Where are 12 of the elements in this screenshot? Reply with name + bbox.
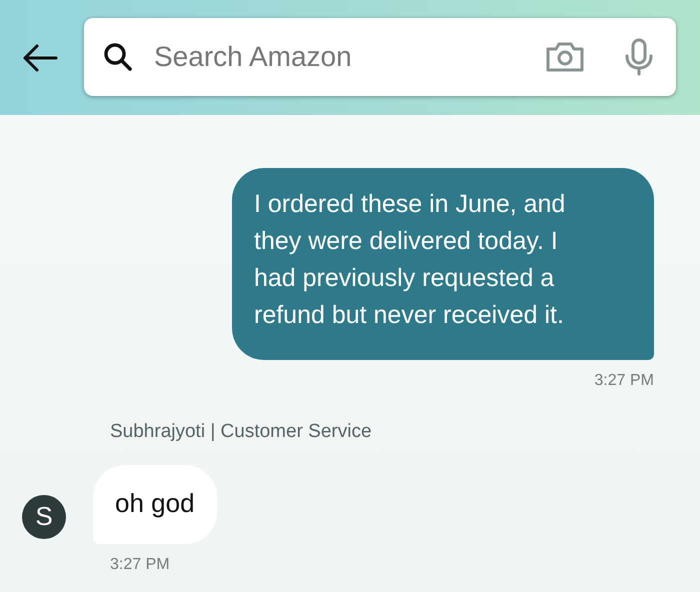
search-icon <box>102 40 134 72</box>
search-bar[interactable]: Search Amazon <box>84 18 676 96</box>
avatar: S <box>22 494 66 538</box>
sender-name: Subhrajyoti | Customer Service <box>110 421 373 443</box>
sent-message: I ordered these in June, and they were delivered today. I had previously requested a refund but never received it. <box>232 168 654 360</box>
search-field[interactable]: Search Amazon <box>152 40 544 74</box>
back-arrow-icon[interactable] <box>22 44 58 72</box>
message-time: 3:27 PM <box>110 556 171 574</box>
message-time: 3:27 PM <box>594 372 654 390</box>
camera-icon[interactable] <box>544 40 586 74</box>
received-message: oh god <box>93 465 217 544</box>
microphone-icon[interactable] <box>624 36 654 76</box>
